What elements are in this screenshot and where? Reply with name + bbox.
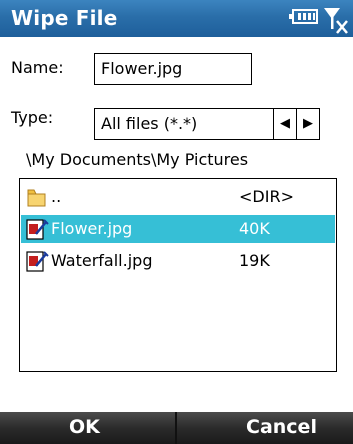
battery-icon[interactable] [289, 8, 319, 30]
cancel-button[interactable]: Cancel [246, 416, 317, 438]
file-name: .. [51, 187, 62, 206]
right-arrow-icon[interactable]: ▶ [296, 108, 320, 140]
file-size: <DIR> [239, 187, 294, 206]
list-item[interactable]: Flower.jpg 40K [21, 215, 335, 243]
type-label: Type: [11, 108, 54, 127]
list-item[interactable]: Waterfall.jpg 19K [21, 247, 335, 275]
image-file-icon [26, 218, 50, 244]
window-title: Wipe File [11, 6, 118, 30]
list-item[interactable]: .. <DIR> [21, 183, 335, 211]
title-bar: Wipe File [0, 0, 353, 37]
type-select[interactable]: All files (*.*) [94, 108, 274, 140]
file-name: Waterfall.jpg [51, 251, 153, 270]
image-file-icon [26, 250, 50, 276]
no-signal-icon[interactable] [321, 3, 351, 39]
folder-icon [26, 186, 48, 212]
softkey-bar: OK Cancel [0, 412, 353, 444]
name-label: Name: [11, 58, 64, 77]
softkey-divider [175, 412, 177, 444]
name-field[interactable]: Flower.jpg [94, 53, 252, 85]
current-path: \My Documents\My Pictures [26, 150, 249, 169]
file-name: Flower.jpg [51, 219, 133, 238]
file-size: 40K [239, 219, 270, 238]
ok-button[interactable]: OK [69, 416, 100, 438]
file-size: 19K [239, 251, 270, 270]
file-list[interactable]: .. <DIR> Flower.jpg 40K Waterfall.jpg 19… [19, 178, 337, 372]
left-arrow-icon[interactable]: ◀ [273, 108, 297, 140]
